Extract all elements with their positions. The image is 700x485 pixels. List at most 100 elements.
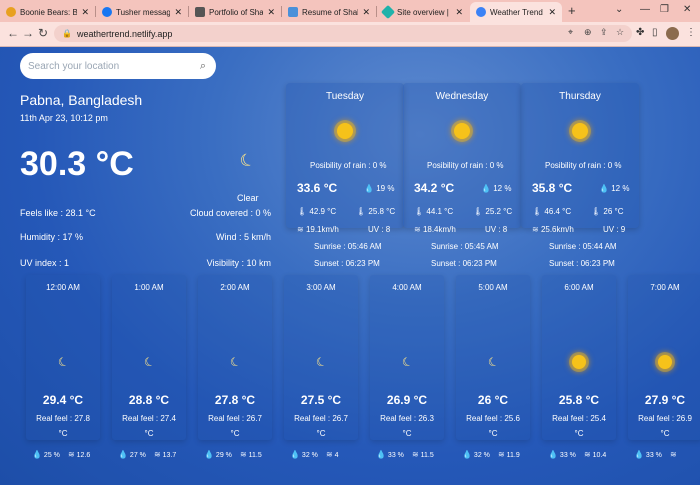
hour-temperature: 25.8 °C — [558, 393, 600, 407]
current-condition: Clear — [237, 193, 259, 203]
share-icon[interactable]: ⇪ — [600, 27, 608, 38]
profile-avatar[interactable] — [666, 27, 679, 40]
close-icon[interactable]: ✕ — [362, 7, 370, 18]
wind-value: ≋ 18.4km/h — [414, 225, 456, 234]
day-temperature: 34.2 °C — [414, 181, 455, 195]
uv-value: UV : 8 — [368, 225, 391, 234]
drive-icon — [288, 7, 298, 17]
close-icon[interactable]: ✕ — [174, 7, 182, 18]
close-icon[interactable]: ✕ — [81, 7, 89, 18]
tab-boonie-bears[interactable]: Boonie Bears: Back to ✕ — [0, 2, 95, 22]
uv-index: UV index : 1 — [20, 258, 70, 268]
thermometer-icon: 🌡 — [532, 207, 543, 216]
browser-tab-bar: Boonie Bears: Back to ✕ Tusher messaged … — [0, 0, 700, 22]
address-bar[interactable]: 🔒 weathertrend.netlify.app ⌖ ⊕ ⇪ ☆ — [54, 25, 632, 42]
wind-icon: ≋ — [670, 450, 677, 459]
wind-icon: ≋ — [154, 450, 161, 459]
sidebar-icon[interactable]: ▯ — [652, 27, 658, 38]
wind-icon: ≋ — [326, 450, 333, 459]
sunrise: Sunrise : 05:46 AM — [314, 242, 382, 251]
droplet-icon: 💧 — [364, 184, 374, 193]
hour-temperature: 27.5 °C — [300, 393, 342, 407]
forward-arrow-icon[interactable]: → — [22, 26, 34, 40]
humidity: Humidity : 17 % — [20, 232, 84, 242]
close-window-icon[interactable]: ✕ — [683, 4, 691, 15]
search-input[interactable]: Search your location — [28, 61, 200, 72]
tab-portfolio[interactable]: Portfolio of Shahid ✕ — [189, 2, 281, 22]
hour-time: 7:00 AM — [650, 283, 680, 292]
sunset: Sunset : 06:23 PM — [549, 259, 615, 268]
droplet-icon: 💧 — [32, 450, 42, 459]
menu-dots-icon[interactable]: ⋮ — [686, 27, 696, 38]
sun-icon — [337, 123, 353, 139]
sun-icon — [454, 123, 470, 139]
zoom-icon[interactable]: ⊕ — [584, 27, 592, 38]
wind-icon: ≋ — [532, 225, 539, 234]
extensions-puzzle-icon[interactable]: ✤ — [636, 27, 644, 38]
tab-favicon-icon — [6, 7, 16, 17]
thermometer-icon: 🌡 — [414, 207, 425, 216]
real-feel: Real feel : 27.4 — [122, 414, 176, 423]
tab-resume[interactable]: Resume of Shahidul Is ✕ — [282, 2, 376, 22]
maximize-icon[interactable]: ❐ — [660, 4, 669, 15]
hour-time: 12:00 AM — [46, 283, 80, 292]
real-feel: Real feel : 26.7 — [294, 414, 348, 423]
wind-value: ≋ 25.6km/h — [532, 225, 574, 234]
facebook-icon — [102, 7, 112, 17]
hour-wind: ≋ 4 — [326, 450, 339, 459]
hour-wind: ≋ — [670, 450, 677, 459]
tab-tusher-messaged[interactable]: Tusher messaged US A ✕ — [96, 2, 188, 22]
day-name: Tuesday — [326, 91, 364, 102]
real-feel-unit: °C — [660, 429, 670, 438]
sunset: Sunset : 06:23 PM — [314, 259, 380, 268]
real-feel: Real feel : 26.7 — [208, 414, 262, 423]
hour-wind: ≋ 12.6 — [68, 450, 91, 459]
day-name: Thursday — [559, 91, 601, 102]
droplet-icon: 💧 — [481, 184, 491, 193]
hour-time: 5:00 AM — [478, 283, 508, 292]
search-icon[interactable]: ⌕ — [200, 60, 206, 73]
tab-label: Resume of Shahidul Is — [302, 7, 358, 17]
tab-weather-trend[interactable]: Weather Trend App ✕ — [470, 2, 562, 22]
tab-label: Boonie Bears: Back to — [20, 7, 78, 17]
close-icon[interactable]: ✕ — [455, 7, 463, 18]
real-feel: Real feel : 25.6 — [466, 414, 520, 423]
real-feel-unit: °C — [574, 429, 584, 438]
sun-icon — [658, 355, 672, 369]
real-feel: Real feel : 27.8 — [36, 414, 90, 423]
weather-page: Search your location ⌕ Pabna, Bangladesh… — [0, 47, 700, 485]
droplet-icon: 💧 — [634, 450, 644, 459]
humidity-value: 💧 12 % — [481, 184, 512, 193]
wind-icon: ≋ — [584, 450, 591, 459]
thermometer-icon: 🌡 — [356, 207, 367, 216]
droplet-icon: 💧 — [599, 184, 609, 193]
netlify-icon — [380, 4, 396, 20]
reload-icon[interactable]: ↻ — [38, 26, 48, 40]
weather-favicon-icon — [476, 7, 486, 17]
hour-humidity: 💧 32 % — [462, 450, 490, 459]
tab-label: Weather Trend App — [490, 7, 544, 17]
back-arrow-icon[interactable]: ← — [7, 26, 19, 40]
min-temp: 🌡 25.8 °C — [356, 207, 396, 216]
tab-site-overview[interactable]: Site overview | weath ✕ — [377, 2, 469, 22]
new-tab-button[interactable]: + — [568, 3, 576, 18]
hour-time: 3:00 AM — [306, 283, 336, 292]
real-feel-unit: °C — [316, 429, 326, 438]
sun-icon — [572, 355, 586, 369]
sunrise: Sunrise : 05:44 AM — [549, 242, 617, 251]
location-pin-icon[interactable]: ⌖ — [568, 27, 573, 38]
humidity-value: 💧 12 % — [599, 184, 630, 193]
close-icon[interactable]: ✕ — [548, 7, 556, 18]
close-icon[interactable]: ✕ — [267, 7, 275, 18]
hour-humidity: 💧 33 % — [376, 450, 404, 459]
url-text: weathertrend.netlify.app — [76, 28, 173, 39]
minimize-icon[interactable]: — — [640, 4, 650, 15]
search-box[interactable]: Search your location ⌕ — [20, 53, 216, 79]
bookmark-star-icon[interactable]: ☆ — [616, 27, 624, 38]
tab-search-icon[interactable]: ⌄ — [615, 4, 623, 15]
hour-temperature: 26 °C — [477, 393, 509, 407]
thermometer-icon: 🌡 — [591, 207, 602, 216]
address-toolbar: ← → ↻ 🔒 weathertrend.netlify.app ⌖ ⊕ ⇪ ☆… — [0, 22, 700, 47]
min-temp: 🌡 26 °C — [591, 207, 624, 216]
feels-like: Feels like : 28.1 °C — [20, 208, 96, 218]
